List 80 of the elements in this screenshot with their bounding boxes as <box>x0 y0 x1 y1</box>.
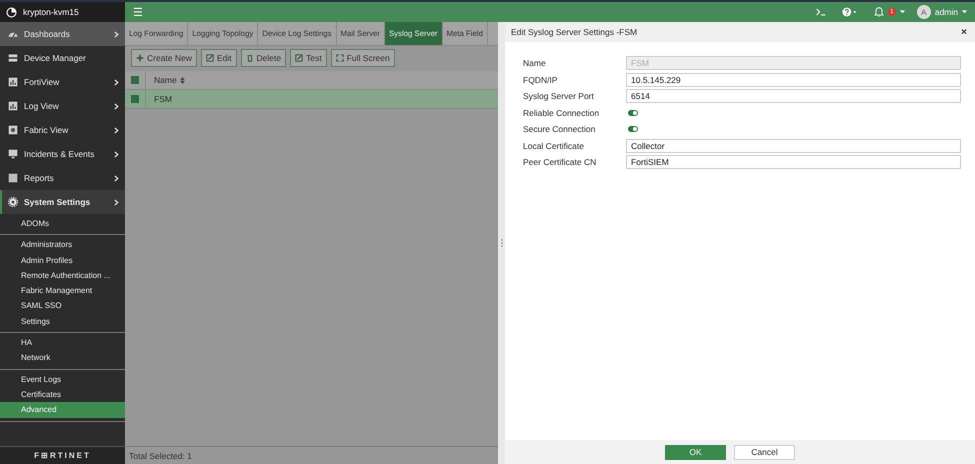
field-label: FQDN/IP <box>523 74 558 85</box>
toggle-switch[interactable] <box>628 110 638 116</box>
edit-icon <box>206 54 214 62</box>
submenu-item[interactable]: SAML SSO <box>0 298 125 314</box>
terminal-icon[interactable] <box>816 7 826 17</box>
submenu-item[interactable]: Remote Authentication ... <box>0 268 125 284</box>
edit-icon <box>295 54 304 62</box>
menu-button[interactable]: ☰ <box>133 6 143 18</box>
input-field[interactable]: 10.5.145.229 <box>626 72 961 87</box>
nav-item[interactable]: Log View <box>0 94 125 118</box>
chevron-icon <box>114 126 119 134</box>
column-header[interactable]: Name <box>146 75 185 85</box>
bell-icon[interactable] <box>874 7 884 17</box>
monitor-icon <box>8 149 18 159</box>
help-icon[interactable] <box>842 7 858 17</box>
resize-handle-icon[interactable] <box>500 239 502 247</box>
chevron-icon <box>114 30 119 38</box>
field-label: Local Certificate <box>523 140 585 151</box>
gear-icon <box>8 197 18 207</box>
status-text: Total Selected: 1 <box>129 450 192 460</box>
host-name: krypton-kvm15 <box>23 7 79 17</box>
dialog-title: Edit Syslog Server Settings -FSM <box>511 27 638 37</box>
submenu-item[interactable]: Event Logs <box>0 372 125 387</box>
close-button[interactable]: × <box>961 26 967 38</box>
table-row[interactable]: FSM <box>125 90 498 109</box>
caret-icon <box>962 10 967 14</box>
chevron-icon <box>114 174 119 182</box>
plus-icon <box>136 54 144 62</box>
device-icon <box>8 53 18 63</box>
field-label: Reliable Connection <box>523 108 600 118</box>
avatar[interactable]: A <box>916 5 931 19</box>
chevron-icon <box>114 78 119 86</box>
field-label: Syslog Server Port <box>523 91 595 102</box>
toggle-switch[interactable] <box>628 126 638 132</box>
chart-icon <box>8 77 18 87</box>
chevron-icon <box>114 150 119 158</box>
cancel-button[interactable]: Cancel <box>734 444 795 460</box>
pie-icon <box>6 6 17 18</box>
nav-item[interactable]: System Settings <box>0 190 125 214</box>
nav-item[interactable]: Dashboards <box>0 22 125 46</box>
toolbar-button[interactable]: Create New <box>131 49 197 67</box>
nav-item[interactable]: Device Manager <box>0 46 125 70</box>
nav-item[interactable]: Incidents & Events <box>0 142 125 166</box>
submenu-item[interactable]: HA <box>0 335 125 350</box>
chart-icon <box>8 101 18 111</box>
caret-icon <box>900 10 905 14</box>
submenu-item[interactable]: Certificates <box>0 386 125 402</box>
field-label: Peer Certificate CN <box>523 157 598 168</box>
input-field[interactable]: 6514 <box>626 89 961 104</box>
submenu-item[interactable]: Network <box>0 350 125 366</box>
row-checkbox[interactable] <box>131 95 139 103</box>
nav-item[interactable]: FortiView <box>0 70 125 94</box>
submenu-item[interactable]: Administrators <box>0 237 125 253</box>
table-cell-text: FSM <box>153 94 172 104</box>
toolbar-button[interactable]: Full Screen <box>330 49 395 67</box>
submenu-item[interactable]: Admin Profiles <box>0 252 125 268</box>
submenu-item[interactable]: ADOMs <box>0 216 125 232</box>
select-all-checkbox[interactable] <box>131 76 139 84</box>
chevron-icon <box>114 198 119 206</box>
toolbar-button[interactable]: Delete <box>240 49 286 67</box>
ok-button[interactable]: OK <box>665 444 726 460</box>
nav-item[interactable]: Reports <box>0 166 125 190</box>
chevron-icon <box>114 102 119 110</box>
submenu-item[interactable]: Settings <box>0 314 125 330</box>
submenu-item[interactable]: Advanced <box>0 402 125 418</box>
field-label: Secure Connection <box>523 124 596 134</box>
user-menu[interactable]: admin <box>934 7 958 17</box>
submenu-item[interactable]: Fabric Management <box>0 283 125 298</box>
fullscreen-icon <box>336 54 344 62</box>
input-field[interactable]: Collector <box>626 138 961 153</box>
fabric-icon <box>8 125 18 135</box>
toolbar-button[interactable]: Edit <box>200 49 237 67</box>
input-field[interactable]: FortiSIEM <box>626 155 961 170</box>
trash-icon <box>246 54 254 62</box>
sort-icon <box>180 76 185 84</box>
nav-item[interactable]: Fabric View <box>0 118 125 142</box>
report-icon <box>8 173 18 183</box>
brand-logo: F⊞RTINET <box>34 451 91 460</box>
field-label: Name <box>523 58 547 68</box>
toolbar-button[interactable]: Test <box>290 49 327 67</box>
